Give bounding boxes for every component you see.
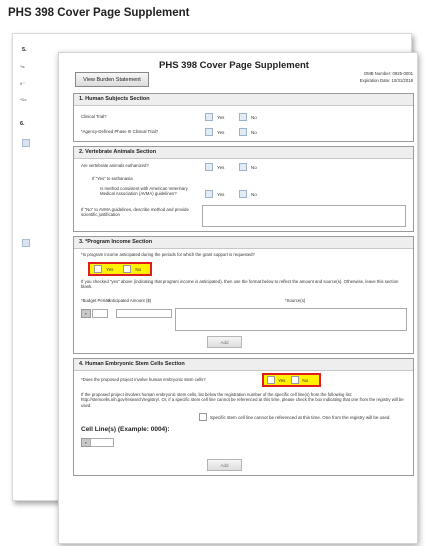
stem-cells-note: If the proposed project involves human e… <box>81 392 404 408</box>
vertebrate-animals-section: 2. Vertebrate Animals Section Are verteb… <box>73 146 414 232</box>
stem-cells-yes[interactable]: Yes <box>267 376 285 384</box>
phase3-no[interactable]: No <box>239 128 257 136</box>
page-title: PHS 398 Cover Page Supplement <box>159 60 309 71</box>
checkbox-icon <box>205 113 213 121</box>
budget-period-input[interactable] <box>92 309 108 318</box>
avma-justification-label: If "No" to AVMA guidelines, describe met… <box>81 207 189 218</box>
avma-no[interactable]: No <box>239 190 257 198</box>
checkbox-icon <box>123 265 132 273</box>
back-page-title: PHS 398 Cover Page Supplement <box>8 7 190 19</box>
checkbox-icon <box>267 376 275 384</box>
avma-justification-input[interactable] <box>202 205 406 227</box>
back-checkbox <box>22 139 30 147</box>
clinical-trial-no[interactable]: No <box>239 113 257 121</box>
clinical-trial-label: Clinical Trial? <box>81 114 107 119</box>
form-page: PHS 398 Cover Page Supplement View Burde… <box>58 52 418 544</box>
checkbox-icon <box>94 265 102 273</box>
stem-cells-section: 4. Human Embryonic Stem Cells Section *D… <box>73 358 414 476</box>
back-row-label: *Dc <box>20 97 27 102</box>
anticipated-amount-header: *Anticipated Amount ($) <box>106 298 152 303</box>
section-header: 2. Vertebrate Animals Section <box>74 147 413 159</box>
program-income-yes[interactable]: Yes <box>94 265 113 273</box>
stem-cells-question: *Does the proposed project involve human… <box>81 377 206 382</box>
avma-consistent-label: Is method consistent with American Veter… <box>100 186 188 197</box>
checkbox-icon <box>239 128 247 136</box>
human-subjects-section: 1. Human Subjects Section Clinical Trial… <box>73 93 414 142</box>
checkbox-icon <box>239 113 247 121</box>
expiration-date: Expiration Date: 10/31/2018 <box>359 78 413 83</box>
cell-line-input[interactable] <box>90 438 114 447</box>
section-header: 3. *Program Income Section <box>74 237 413 249</box>
checkbox-icon <box>205 163 213 171</box>
stem-cells-no[interactable]: No <box>291 376 308 384</box>
back-row-label: If " <box>20 81 25 86</box>
euthanasia-label: If "Yes" to euthanasia <box>92 176 133 181</box>
back-section-label: 6. <box>20 121 25 127</box>
program-income-options: Yes No <box>88 262 152 276</box>
program-income-question: *Is program income anticipated during th… <box>81 252 255 257</box>
back-checkbox <box>22 239 30 247</box>
checkbox-icon <box>205 128 213 136</box>
section-header: 1. Human Subjects Section <box>74 94 413 106</box>
avma-yes[interactable]: Yes <box>205 190 224 198</box>
registry-checkbox[interactable]: Specific stem cell line cannot be refere… <box>199 413 391 421</box>
euthanized-yes[interactable]: Yes <box>205 163 224 171</box>
euthanized-label: Are vertebrate animals euthanized? <box>81 163 149 168</box>
checkbox-icon <box>239 190 247 198</box>
program-income-no[interactable]: No <box>123 265 141 273</box>
program-income-note: If you checked "yes" above (indicating t… <box>81 279 399 290</box>
row-marker-icon[interactable]: ▪ <box>81 309 91 318</box>
program-income-section: 3. *Program Income Section *Is program i… <box>73 236 414 354</box>
euthanized-no[interactable]: No <box>239 163 257 171</box>
phase3-label: *Agency-Defined Phase III Clinical Trial… <box>81 129 159 134</box>
checkbox-icon <box>239 163 247 171</box>
checkbox-icon <box>205 190 213 198</box>
section-header: 4. Human Embryonic Stem Cells Section <box>74 359 413 371</box>
add-cell-line-button[interactable]: Add <box>207 459 242 471</box>
checkbox-icon <box>291 376 300 384</box>
checkbox-icon <box>199 413 207 421</box>
stem-cells-options: Yes No <box>262 373 321 387</box>
back-row-label: *Is <box>20 64 25 69</box>
add-program-income-button[interactable]: Add <box>207 336 242 348</box>
phase3-yes[interactable]: Yes <box>205 128 224 136</box>
sources-input[interactable] <box>175 308 407 331</box>
sources-header: *Source(s) <box>285 298 306 303</box>
view-burden-statement-button[interactable]: View Burden Statement <box>75 72 149 87</box>
omb-number: OMB Number: 0925-0001 <box>363 71 413 76</box>
anticipated-amount-input[interactable] <box>116 309 172 318</box>
cell-lines-label: Cell Line(s) (Example: 0004): <box>81 426 170 433</box>
back-section-label: 5. <box>22 47 27 53</box>
clinical-trial-yes[interactable]: Yes <box>205 113 224 121</box>
